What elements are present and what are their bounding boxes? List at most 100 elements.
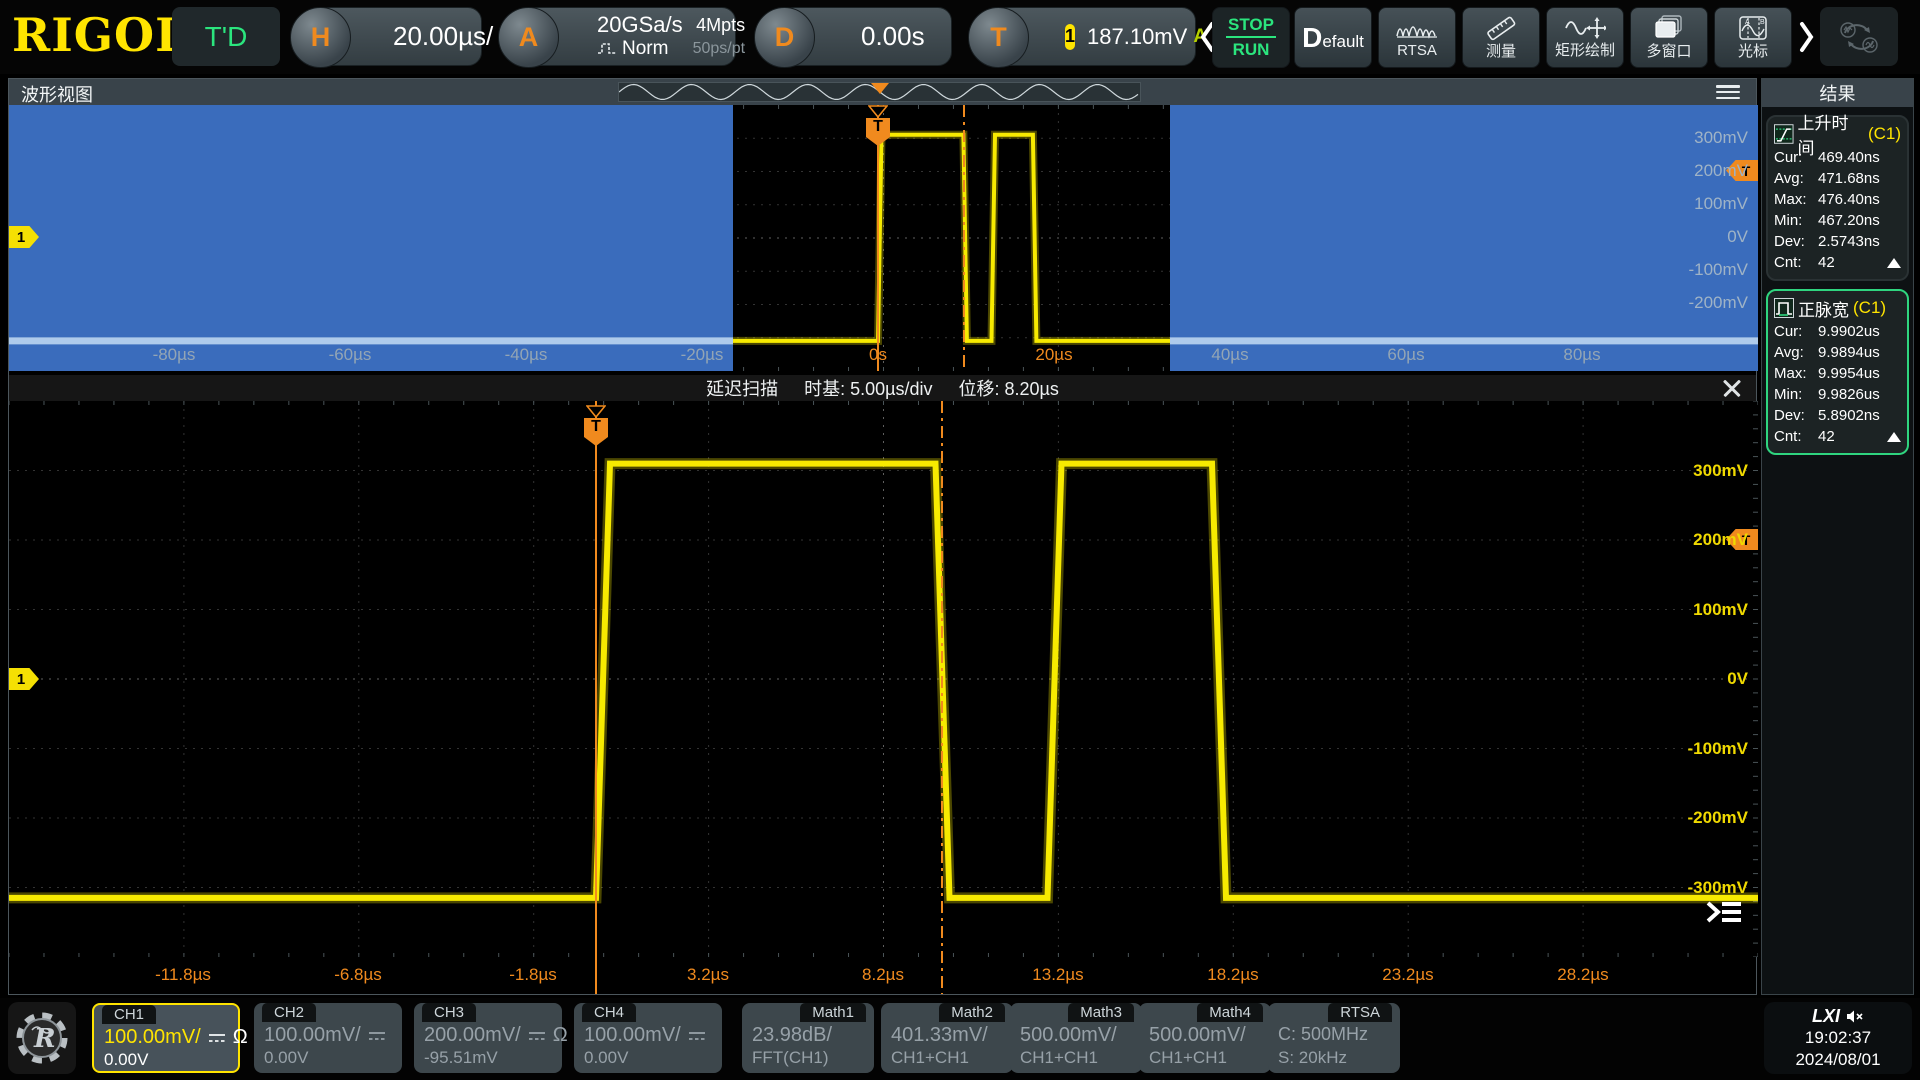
cursor-button[interactable]: A B 光标 (1714, 7, 1792, 68)
system-status-box[interactable]: LXI 19:02:37 2024/08/01 (1764, 1002, 1912, 1074)
run-stop-button[interactable]: STOP RUN (1212, 7, 1290, 68)
collapse-arrow-icon[interactable] (1887, 258, 1901, 268)
measure-button[interactable]: 测量 (1462, 7, 1540, 68)
chevron-right-icon[interactable] (1796, 20, 1816, 54)
delayed-sweep-timebase[interactable]: 时基: 5.00µs/div (804, 375, 932, 401)
ch1-tab: CH1 (102, 1005, 156, 1024)
stat-value: 467.20ns (1818, 212, 1880, 229)
voltage-axis-label: 0V (1727, 227, 1748, 247)
math-box-math3[interactable]: Math3 500.00mV/ CH1+CH1 (1010, 1003, 1142, 1073)
voltage-axis-label: 0V (1727, 669, 1748, 689)
close-icon[interactable] (1722, 378, 1742, 398)
ruler-icon (1484, 15, 1518, 41)
trigger-status-indicator[interactable]: T'D (172, 7, 280, 66)
delayed-sweep-offset[interactable]: 位移: 8.20µs (959, 375, 1059, 401)
stat-label: Min: (1774, 386, 1818, 403)
results-header: 结果 (1762, 79, 1913, 107)
collapse-menu-icon[interactable] (1704, 897, 1744, 927)
voltage-axis-label: 100mV (1693, 600, 1748, 620)
menu-icon[interactable] (1716, 85, 1740, 99)
stat-label: Cur: (1774, 149, 1818, 166)
voltage-axis-label: -200mV (1688, 293, 1748, 313)
horizontal-scale-value[interactable]: 20.00µs/ (393, 21, 493, 52)
time-axis-label: -60µs (329, 345, 372, 365)
memory-depth: 4Mpts (693, 13, 745, 37)
top-toolbar: RIGOL T'D 20.00µs/ H 20GSa/s Norm 4Mpts … (0, 0, 1920, 74)
math2-expression: CH1+CH1 (891, 1048, 969, 1068)
multi-window-label: 多窗口 (1646, 43, 1691, 60)
rigol-logo: RIGOL (12, 8, 188, 62)
rtsa-box[interactable]: RTSA C: 500MHz S: 20kHz (1268, 1003, 1400, 1073)
channel-box-ch3[interactable]: CH3 200.00mV/ Ω -95.51mV (414, 1003, 562, 1073)
math-box-math2[interactable]: Math2 401.33mV/ CH1+CH1 (881, 1003, 1013, 1073)
zoom-trigger-position-line[interactable] (595, 401, 597, 994)
delayed-sweep-title: 延迟扫描 (706, 375, 778, 401)
stat-label: Dev: (1774, 233, 1818, 250)
time-axis-label: 40µs (1211, 345, 1248, 365)
waveform-cycle-icon (1835, 17, 1883, 57)
acquisition-group[interactable]: 20GSa/s Norm 4Mpts 50ps/pt A (498, 7, 736, 66)
math-box-math1[interactable]: Math1 23.98dB/ FFT(CH1) (742, 1003, 874, 1073)
default-button[interactable]: Default (1294, 7, 1372, 68)
time-axis-label: 0s (869, 345, 887, 365)
trigger-level-value[interactable]: 187.10mV (1087, 24, 1187, 50)
collapse-arrow-icon[interactable] (1887, 432, 1901, 442)
measurement-card-risetime[interactable]: 上升时间 (C1) Cur:469.40ns Avg:471.68ns Max:… (1766, 115, 1909, 281)
navigator-trigger-marker[interactable] (871, 83, 889, 94)
main-plot-area[interactable]: T 1 T -80µs-60µs-40µs-20µs0s20µs40µs60µs… (9, 105, 1758, 371)
delay-group[interactable]: 0.00s D (754, 7, 952, 66)
measurement-source: (C1) (1868, 124, 1901, 144)
window-title: 波形视图 (21, 81, 93, 107)
rtsa-label: RTSA (1397, 42, 1437, 59)
zoom-plot-area[interactable]: T 1 T -11.8µs-6.8µs-1.8µs3.2µs8.2µs13.2µ… (9, 401, 1758, 994)
trigger-knob[interactable]: T (968, 7, 1029, 68)
stat-value: 42 (1818, 428, 1835, 445)
bottom-status-bar: R CH1 100.00mV/ Ω 0.00V CH2 100.00mV/ 0.… (0, 998, 1920, 1080)
channel-box-ch4[interactable]: CH4 100.00mV/ 0.00V (574, 1003, 722, 1073)
trigger-position-flag[interactable]: T (866, 105, 890, 146)
measurement-card-pulsewidth[interactable]: 正脉宽 (C1) Cur:9.9902us Avg:9.9894us Max:9… (1766, 289, 1909, 455)
ch3-impedance: Ω (553, 1024, 568, 1047)
acquisition-knob[interactable]: A (498, 7, 559, 68)
time-axis-label: -1.8µs (509, 965, 557, 985)
rtsa-button[interactable]: RTSA (1378, 7, 1456, 68)
stat-value: 9.9894us (1818, 344, 1880, 361)
zoom-cursor-dashdot-line[interactable] (941, 401, 943, 994)
acquire-mode: Norm (622, 37, 668, 61)
delay-knob[interactable]: D (754, 7, 815, 68)
multi-window-button[interactable]: 多窗口 (1630, 7, 1708, 68)
channel-box-ch1[interactable]: CH1 100.00mV/ Ω 0.00V (92, 1003, 240, 1073)
voltage-axis-label: -100mV (1688, 739, 1748, 759)
math2-scale: 401.33mV/ (891, 1024, 988, 1047)
rtsa-center-freq: C: 500MHz (1278, 1024, 1368, 1045)
dc-coupling-icon (368, 1030, 386, 1042)
math-box-math4[interactable]: Math4 500.00mV/ CH1+CH1 (1139, 1003, 1271, 1073)
zoom-trigger-position-flag[interactable]: T (584, 405, 608, 446)
stat-value: 469.40ns (1818, 149, 1880, 166)
voltage-axis-label: 200mV (1693, 530, 1748, 550)
zoom-plot-canvas[interactable] (9, 401, 1758, 957)
horizontal-knob[interactable]: H (290, 7, 351, 68)
cursor-dashdot-line[interactable] (963, 105, 965, 371)
trigger-group[interactable]: 1 187.10mV A T (968, 7, 1196, 66)
svg-text:B: B (1760, 19, 1765, 26)
timebase-navigator[interactable] (618, 82, 1141, 102)
svg-text:A: A (1745, 19, 1750, 26)
voltage-axis-label: 200mV (1694, 161, 1748, 181)
system-gear-logo[interactable]: R (8, 1002, 76, 1074)
stat-value: 9.9826us (1818, 386, 1880, 403)
ch1-offset: 0.00V (104, 1050, 148, 1070)
stat-label: Max: (1774, 191, 1818, 208)
channel-box-ch2[interactable]: CH2 100.00mV/ 0.00V (254, 1003, 402, 1073)
horizontal-scale-group[interactable]: 20.00µs/ H (290, 7, 482, 66)
delay-value[interactable]: 0.00s (861, 21, 925, 52)
measurement-source: (C1) (1853, 298, 1886, 318)
rect-draw-button[interactable]: 矩形绘制 (1546, 7, 1624, 68)
disabled-refresh-tool-button[interactable] (1820, 7, 1898, 66)
math3-expression: CH1+CH1 (1020, 1048, 1098, 1068)
ch2-tab: CH2 (262, 1003, 316, 1022)
trigger-source-badge[interactable]: 1 (1065, 24, 1075, 50)
math4-tab: Math4 (1197, 1003, 1263, 1022)
waveform-titlebar[interactable]: 波形视图 (9, 79, 1756, 105)
lxi-logo: LXI (1812, 1006, 1840, 1027)
